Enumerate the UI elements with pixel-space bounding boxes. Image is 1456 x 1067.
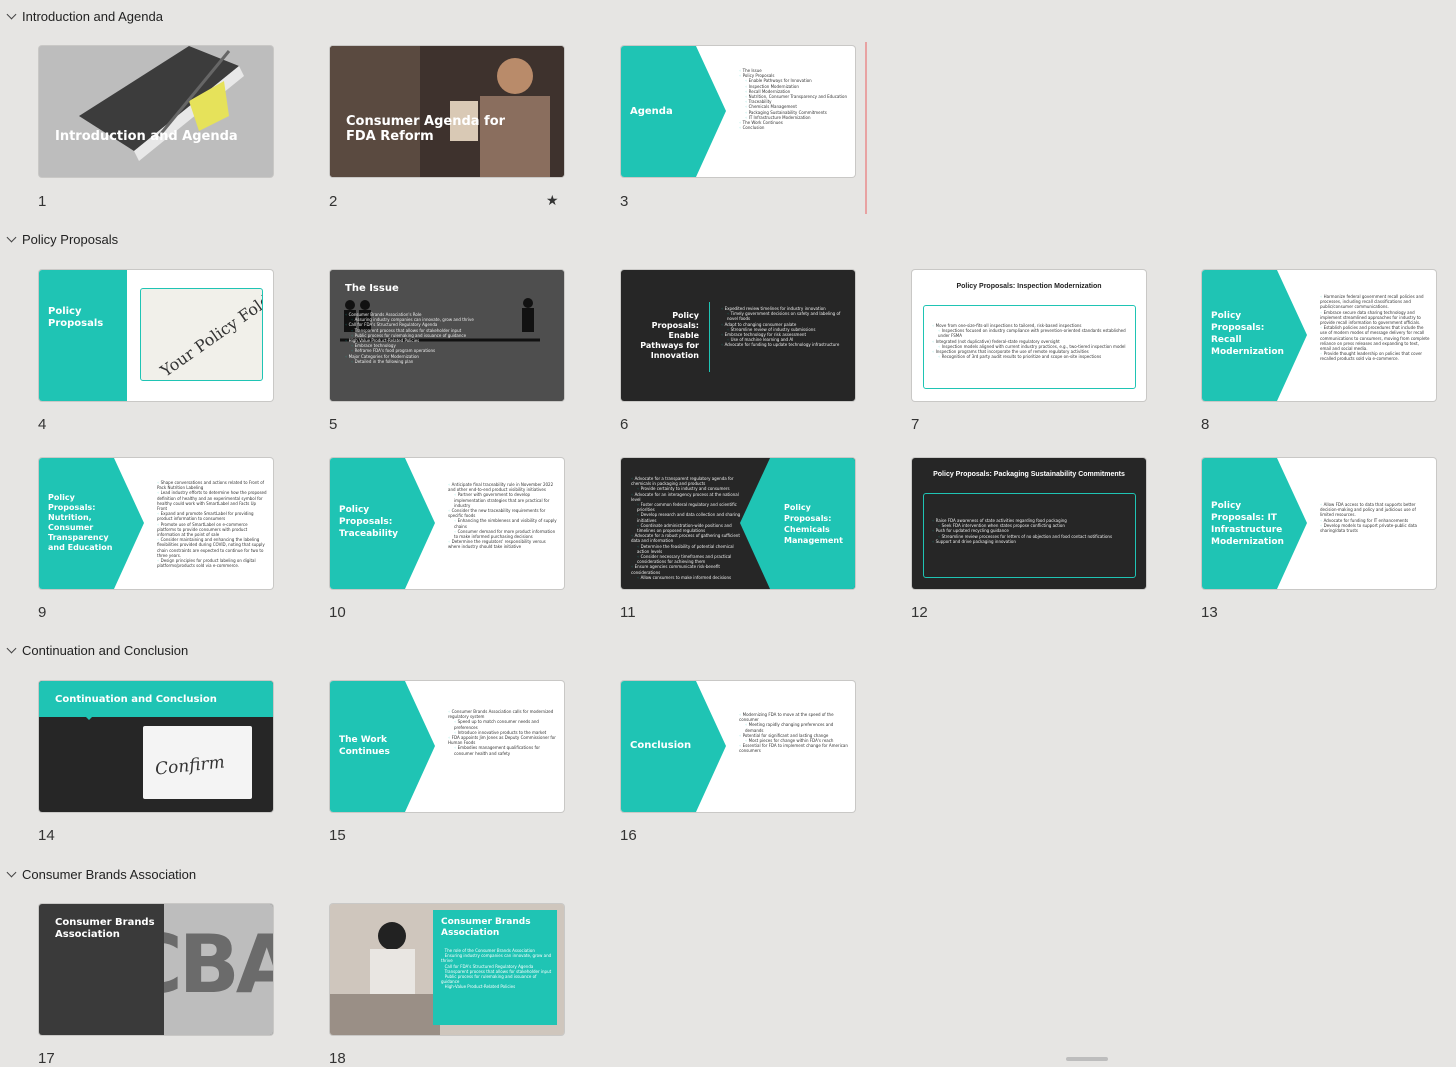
pointer [83, 714, 95, 720]
chevron-down-icon[interactable] [6, 10, 18, 22]
slide-thumbnail-14[interactable]: Continuation and Conclusion Confirm [39, 681, 273, 812]
slide-thumbnail-6[interactable]: Policy Proposals: Enable Pathways for In… [621, 270, 855, 401]
slide-title: Policy Proposals: Nutrition, Consumer Tr… [48, 493, 113, 552]
slide-thumbnail-7[interactable]: Policy Proposals: Inspection Modernizati… [912, 270, 1146, 401]
slide-title: Policy Proposals: Enable Pathways for In… [640, 311, 699, 360]
notebook-image [39, 46, 273, 177]
slide-title: Policy Proposals: Recall Modernization [1211, 311, 1284, 357]
slide-title: Policy Proposals: Packaging Sustainabili… [933, 471, 1125, 478]
slide-number: 16 [620, 827, 637, 844]
slide-thumbnail-11[interactable]: Policy Proposals: Chemicals Management A… [621, 458, 855, 589]
slide-number: 14 [38, 827, 55, 844]
folder-image: Your Policy Folder [140, 288, 263, 381]
section-label: Policy Proposals [22, 231, 119, 247]
slide-title: Consumer Brands Association [441, 917, 531, 938]
chevron-down-icon[interactable] [6, 233, 18, 245]
horizontal-scrollbar[interactable] [1066, 1057, 1108, 1061]
section-header-policy[interactable]: Policy Proposals [0, 229, 118, 249]
chevron-down-icon[interactable] [6, 868, 18, 880]
signature-image: Confirm [143, 726, 252, 799]
slide-thumbnail-8[interactable]: Policy Proposals: Recall Modernization H… [1202, 270, 1436, 401]
bullet-list: Consumer Brands Association's Role Assur… [345, 312, 495, 364]
bullet-list: Modernizing FDA to move at the speed of … [739, 712, 849, 754]
slide-title: Agenda [630, 106, 673, 117]
slide-thumbnail-10[interactable]: Policy Proposals: Traceability Anticipat… [330, 458, 564, 589]
bullet-list: The role of the Consumer Brands Associat… [441, 948, 553, 990]
bullet-list: Allow FDA access to data that supports b… [1320, 502, 1430, 533]
slide-thumbnail-12[interactable]: Policy Proposals: Packaging Sustainabili… [912, 458, 1146, 589]
bullet-list: Anticipate final traceability rule in No… [448, 482, 558, 550]
slide-number: 13 [1201, 604, 1218, 621]
slide-thumbnail-4[interactable]: Policy Proposals Your Policy Folder [39, 270, 273, 401]
slide-title: Policy Proposals: Chemicals Management [784, 503, 843, 545]
slide-number: 1 [38, 193, 47, 210]
slide-thumbnail-9[interactable]: Policy Proposals: Nutrition, Consumer Tr… [39, 458, 273, 589]
slide-title: Continuation and Conclusion [55, 694, 217, 705]
slide-title: Introduction and Agenda [55, 129, 238, 144]
slide-number: 8 [1201, 416, 1210, 433]
slide-title: Conclusion [630, 740, 692, 751]
section-header-continuation[interactable]: Continuation and Conclusion [0, 640, 188, 660]
slide-number: 18 [329, 1050, 346, 1067]
slide-number: 7 [911, 416, 920, 433]
slide-thumbnail-18[interactable]: Consumer Brands Association The role of … [330, 904, 564, 1035]
slide-thumbnail-16[interactable]: Conclusion Modernizing FDA to move at th… [621, 681, 855, 812]
slide-number: 17 [38, 1050, 55, 1067]
slide-thumbnail-3[interactable]: Agenda The Issue Policy Proposals Enable… [621, 46, 855, 177]
bullet-list: Advocate for a transparent regulatory ag… [631, 476, 746, 580]
slide-number: 15 [329, 827, 346, 844]
divider [709, 302, 710, 372]
slide-thumbnail-13[interactable]: Policy Proposals: IT Infrastructure Mode… [1202, 458, 1436, 589]
slide-title: The Work Continues [339, 735, 390, 757]
slide-number: 11 [620, 604, 636, 621]
slide-title: Consumer Brands Association [55, 917, 155, 940]
slide-number: 5 [329, 416, 338, 433]
bullet-list: Move from one-size-fits-all inspections … [932, 323, 1132, 359]
slide-title: Consumer Agenda for FDA Reform [346, 114, 506, 144]
bullet-list: Raise FDA awareness of state activities … [932, 518, 1132, 544]
slide-title: Policy Proposals [48, 306, 104, 329]
slide-number: 2 [329, 193, 338, 210]
bullet-list: Expedited review timelines for industry … [721, 306, 846, 348]
section-label: Introduction and Agenda [22, 8, 163, 24]
slide-title: Policy Proposals: Inspection Modernizati… [956, 283, 1102, 290]
slide-thumbnail-2[interactable]: Consumer Agenda for FDA Reform [330, 46, 564, 177]
star-icon[interactable]: ★ [546, 192, 559, 209]
slide-title: Policy Proposals: IT Infrastructure Mode… [1211, 501, 1284, 547]
section-header-intro[interactable]: Introduction and Agenda [0, 6, 163, 26]
slide-thumbnail-5[interactable]: The Issue Consumer Brands Association's … [330, 270, 564, 401]
slide-thumbnail-17[interactable]: CBA Consumer Brands Association [39, 904, 273, 1035]
slide-number: 4 [38, 416, 47, 433]
cba-letters-image: CBA [164, 904, 273, 1035]
insertion-marker [865, 42, 867, 214]
slide-number: 9 [38, 604, 47, 621]
slide-title: The Issue [345, 283, 399, 294]
chevron-down-icon[interactable] [6, 644, 18, 656]
bullet-list: The Issue Policy Proposals Enable Pathwa… [739, 68, 849, 130]
slide-number: 10 [329, 604, 346, 621]
slide-title: Policy Proposals: Traceability [339, 505, 399, 539]
section-label: Consumer Brands Association [22, 866, 197, 882]
section-header-cba[interactable]: Consumer Brands Association [0, 864, 196, 884]
section-label: Continuation and Conclusion [22, 642, 189, 658]
slide-thumbnail-1[interactable]: Introduction and Agenda [39, 46, 273, 177]
slide-number: 3 [620, 193, 629, 210]
bullet-list: Shape conversations and actions related … [157, 480, 267, 568]
slide-thumbnail-15[interactable]: The Work Continues Consumer Brands Assoc… [330, 681, 564, 812]
bullet-list: Consumer Brands Association calls for mo… [448, 709, 558, 756]
teal-panel [39, 270, 127, 401]
slide-number: 6 [620, 416, 629, 433]
bullet-list: Harmonize federal government recall poli… [1320, 294, 1430, 362]
slide-number: 12 [911, 604, 928, 621]
shopper-photo [330, 46, 564, 177]
